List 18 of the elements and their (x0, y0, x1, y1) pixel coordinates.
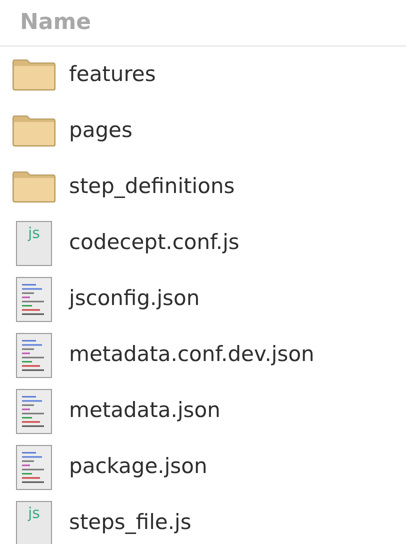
file-name[interactable]: pages (69, 115, 132, 147)
text-file-icon (16, 444, 52, 490)
text-file-icon (16, 388, 52, 434)
file-name[interactable]: codecept.conf.js (69, 227, 240, 259)
script-file-icon: js (16, 220, 52, 266)
folder-icon (12, 115, 56, 147)
file-name[interactable]: package.json (69, 451, 208, 483)
file-name[interactable]: features (69, 59, 156, 91)
file-name[interactable]: step_definitions (69, 171, 235, 203)
folder-icon (12, 171, 56, 203)
file-name[interactable]: jsconfig.json (69, 283, 200, 315)
file-name[interactable]: metadata.json (69, 395, 220, 427)
folder-icon (12, 59, 56, 91)
text-file-icon (16, 332, 52, 378)
text-file-icon (16, 276, 52, 322)
file-name[interactable]: steps_file.js (69, 507, 192, 539)
file-name[interactable]: metadata.conf.dev.json (69, 339, 314, 371)
script-file-icon: js (16, 500, 52, 544)
